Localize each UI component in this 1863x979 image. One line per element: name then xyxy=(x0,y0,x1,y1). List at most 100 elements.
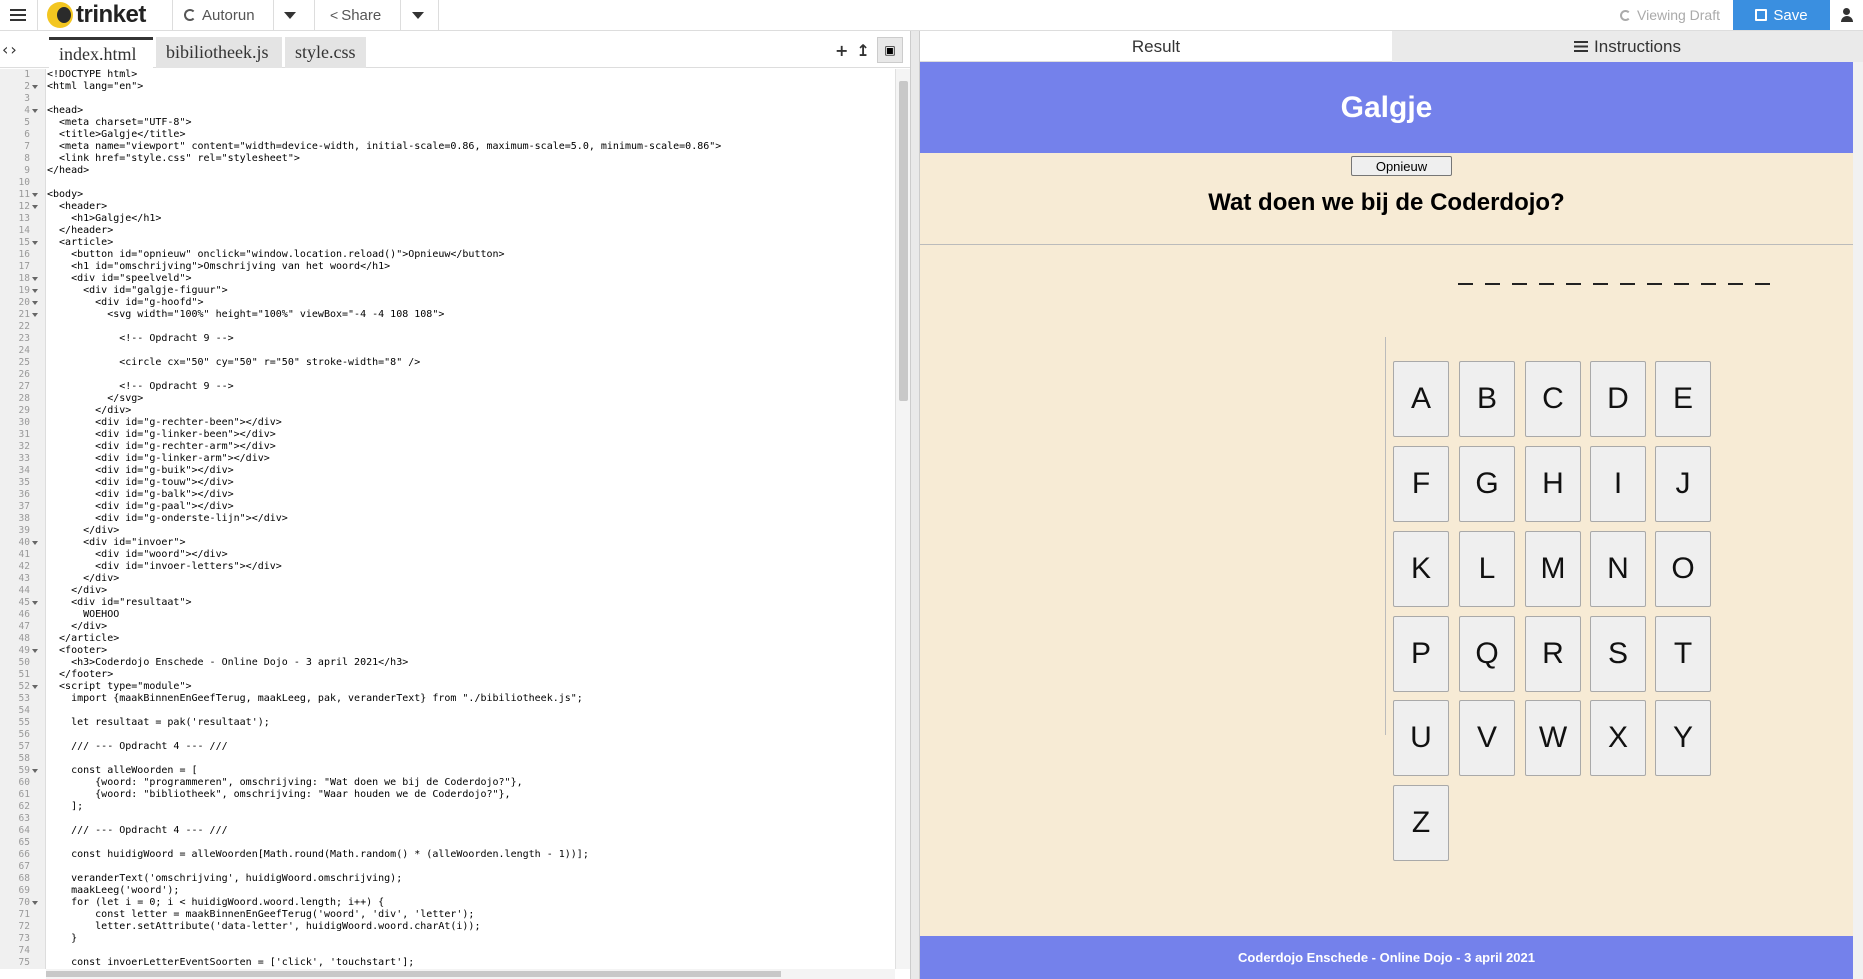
image-library-icon[interactable]: ▣ xyxy=(877,37,903,63)
letter-button-b[interactable]: B xyxy=(1459,361,1515,437)
letter-button-s[interactable]: S xyxy=(1590,616,1646,692)
fold-arrow-icon[interactable] xyxy=(32,301,38,305)
save-button[interactable]: Save xyxy=(1733,0,1830,30)
letter-button-m[interactable]: M xyxy=(1525,531,1581,607)
share-button[interactable]: < Share xyxy=(330,0,381,30)
line-number: 37 xyxy=(18,501,30,512)
code-line: 50 <h3>Coderdojo Enschede - Online Dojo … xyxy=(0,657,895,669)
line-number: 63 xyxy=(18,813,30,824)
scrollbar-thumb[interactable] xyxy=(46,971,781,977)
letter-button-o[interactable]: O xyxy=(1655,531,1711,607)
code-line: 72 letter.setAttribute('data-letter', hu… xyxy=(0,921,895,933)
letter-button-h[interactable]: H xyxy=(1525,446,1581,522)
letter-button-n[interactable]: N xyxy=(1590,531,1646,607)
letter-button-t[interactable]: T xyxy=(1655,616,1711,692)
share-dropdown-button[interactable] xyxy=(412,0,424,30)
line-number: 58 xyxy=(18,753,30,764)
letter-button-q[interactable]: Q xyxy=(1459,616,1515,692)
line-number: 41 xyxy=(18,549,30,560)
autorun-button[interactable]: Autorun xyxy=(184,0,255,30)
letter-button-x[interactable]: X xyxy=(1590,700,1646,776)
upload-icon[interactable]: ↥ xyxy=(856,41,869,60)
navbar-divider xyxy=(438,0,439,30)
editor-tools: + ↥ xyxy=(835,41,870,60)
line-number: 23 xyxy=(18,333,30,344)
file-tab-index-html[interactable]: index.html xyxy=(49,37,153,68)
letter-button-v[interactable]: V xyxy=(1459,700,1515,776)
code-line: 24 xyxy=(0,345,895,357)
editor-vertical-scrollbar[interactable] xyxy=(895,69,910,969)
letter-button-p[interactable]: P xyxy=(1393,616,1449,692)
fold-arrow-icon[interactable] xyxy=(32,241,38,245)
letter-button-i[interactable]: I xyxy=(1590,446,1646,522)
letter-button-z[interactable]: Z xyxy=(1393,785,1449,861)
fold-arrow-icon[interactable] xyxy=(32,601,38,605)
letter-button-c[interactable]: C xyxy=(1525,361,1581,437)
restart-button[interactable]: Opnieuw xyxy=(1351,156,1452,176)
add-file-icon[interactable]: + xyxy=(835,41,848,60)
chevron-right-icon[interactable]: › xyxy=(10,40,18,59)
code-line: 67 xyxy=(0,861,895,873)
tab-result[interactable]: Result xyxy=(920,31,1392,62)
code-text: letter.setAttribute('data-letter', huidi… xyxy=(47,921,481,932)
user-button[interactable] xyxy=(1830,0,1863,30)
viewing-draft-status[interactable]: Viewing Draft xyxy=(1620,0,1720,30)
letter-blank xyxy=(1701,283,1716,285)
code-line: 10 xyxy=(0,177,895,189)
trinket-logo[interactable]: trinket xyxy=(47,0,146,30)
letter-button-y[interactable]: Y xyxy=(1655,700,1711,776)
code-line: 43 </div> xyxy=(0,573,895,585)
fold-arrow-icon[interactable] xyxy=(32,313,38,317)
fold-arrow-icon[interactable] xyxy=(32,289,38,293)
code-line: 21 <svg width="100%" height="100%" viewB… xyxy=(0,309,895,321)
tab-result-label: Result xyxy=(1131,36,1181,56)
autorun-dropdown-button[interactable] xyxy=(284,0,296,30)
tab-instructions-label: Instructions xyxy=(1594,36,1681,56)
code-line: 14 </header> xyxy=(0,225,895,237)
letter-button-u[interactable]: U xyxy=(1393,700,1449,776)
letter-blank xyxy=(1539,283,1554,285)
code-line: 30 <div id="g-rechter-been"></div> xyxy=(0,417,895,429)
letter-button-f[interactable]: F xyxy=(1393,446,1449,522)
code-line: 9 </head> xyxy=(0,165,895,177)
line-number: 20 xyxy=(18,297,30,308)
tab-nav-arrows[interactable]: ‹› xyxy=(2,40,19,59)
fold-arrow-icon[interactable] xyxy=(32,685,38,689)
scrollbar-thumb[interactable] xyxy=(899,81,908,401)
letter-button-a[interactable]: A xyxy=(1393,361,1449,437)
fold-arrow-icon[interactable] xyxy=(32,85,38,89)
code-line: 6 <title>Galgje</title> xyxy=(0,129,895,141)
letter-button-e[interactable]: E xyxy=(1655,361,1711,437)
letter-button-r[interactable]: R xyxy=(1525,616,1581,692)
line-number: 55 xyxy=(18,717,30,728)
code-line: 68 veranderText('omschrijving', huidigWo… xyxy=(0,873,895,885)
fold-arrow-icon[interactable] xyxy=(32,193,38,197)
letter-button-g[interactable]: G xyxy=(1459,446,1515,522)
code-editor[interactable]: 1 <!DOCTYPE html> 2 <html lang="en"> 3 4 <head… xyxy=(0,69,910,969)
letter-button-k[interactable]: K xyxy=(1393,531,1449,607)
pane-splitter[interactable] xyxy=(910,31,920,979)
file-tab-style-css[interactable]: style.css xyxy=(285,37,366,68)
tab-instructions[interactable]: Instructions xyxy=(1392,31,1863,62)
fold-arrow-icon[interactable] xyxy=(32,109,38,113)
letter-button-w[interactable]: W xyxy=(1525,700,1581,776)
chevron-down-icon xyxy=(284,11,296,19)
letter-button-d[interactable]: D xyxy=(1590,361,1646,437)
letter-button-l[interactable]: L xyxy=(1459,531,1515,607)
code-line: 11 <body> xyxy=(0,189,895,201)
hamburger-menu-icon[interactable] xyxy=(10,0,26,30)
fold-arrow-icon[interactable] xyxy=(32,541,38,545)
fold-arrow-icon[interactable] xyxy=(32,649,38,653)
result-scrollbar[interactable] xyxy=(1853,62,1863,979)
file-tab-bibiliotheek-js[interactable]: bibiliotheek.js xyxy=(156,37,282,68)
editor-horizontal-scrollbar[interactable] xyxy=(46,969,895,979)
letter-blank xyxy=(1755,283,1770,285)
fold-arrow-icon[interactable] xyxy=(32,901,38,905)
fold-arrow-icon[interactable] xyxy=(32,769,38,773)
line-number: 72 xyxy=(18,921,30,932)
code-text: <div id="g-linker-been"></div> xyxy=(47,429,276,440)
letter-button-j[interactable]: J xyxy=(1655,446,1711,522)
code-text: const huidigWoord = alleWoorden[Math.rou… xyxy=(47,849,589,860)
fold-arrow-icon[interactable] xyxy=(32,205,38,209)
fold-arrow-icon[interactable] xyxy=(32,277,38,281)
